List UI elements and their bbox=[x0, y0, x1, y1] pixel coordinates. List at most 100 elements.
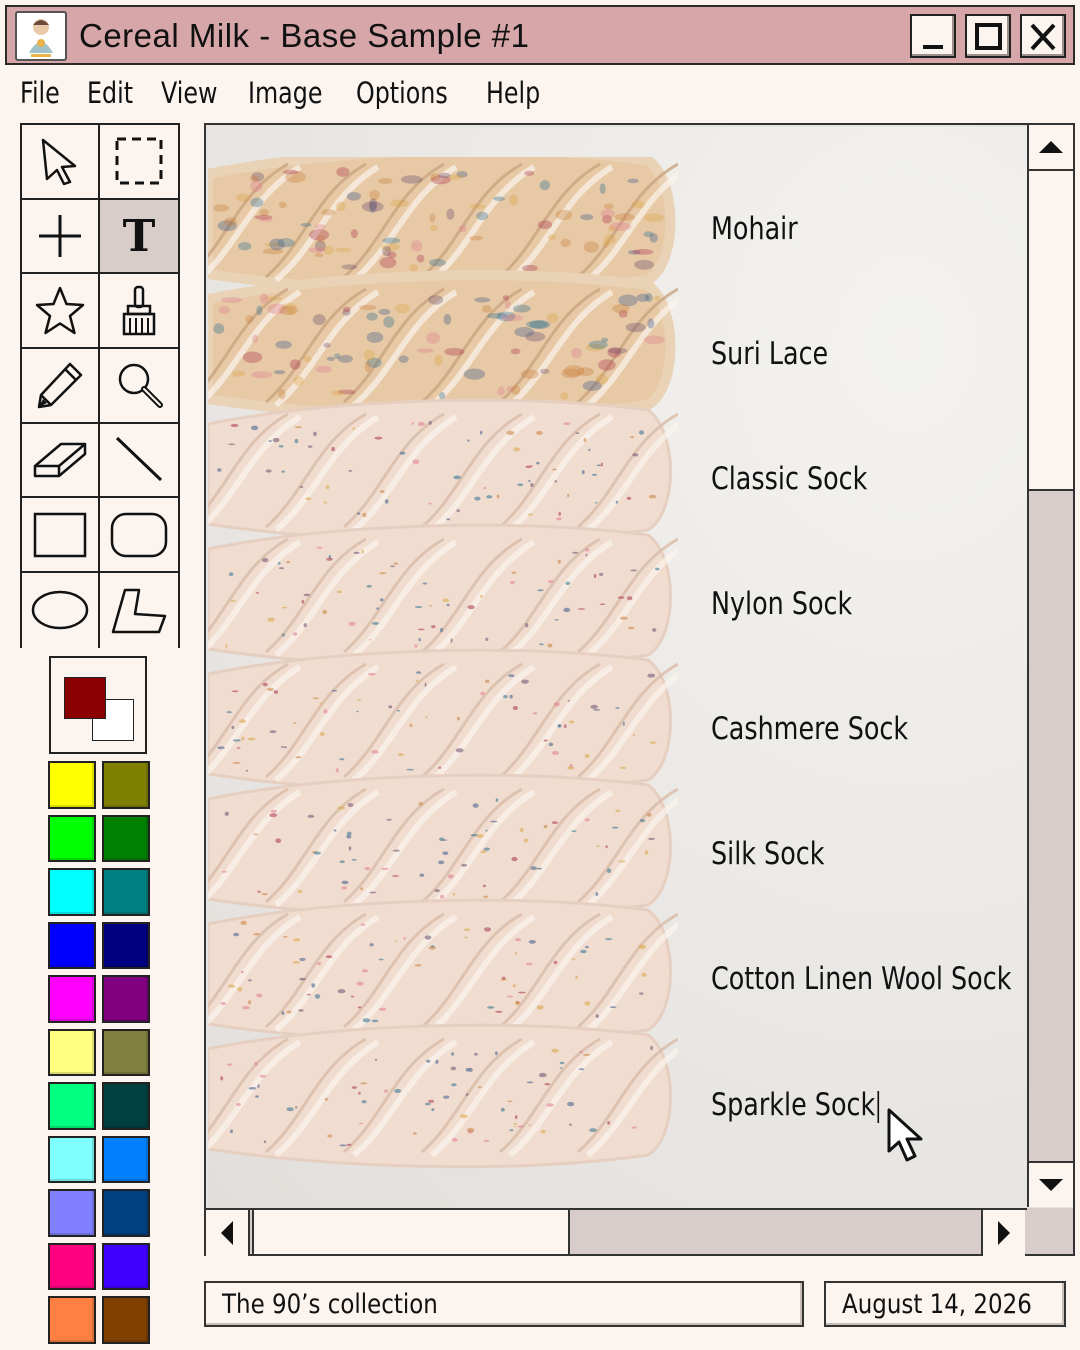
palette-swatch[interactable] bbox=[48, 921, 96, 969]
mouse-pointer-icon bbox=[887, 1108, 923, 1162]
palette-swatch[interactable] bbox=[48, 814, 96, 862]
status-collection-text: The 90’s collection bbox=[222, 1289, 438, 1320]
yarn-skein bbox=[208, 270, 678, 422]
paint-brush-icon bbox=[122, 285, 156, 335]
crosshair-icon bbox=[39, 215, 81, 258]
brush-tool-button[interactable] bbox=[100, 274, 178, 350]
eraser-tool-button[interactable] bbox=[22, 423, 100, 499]
minimize-icon bbox=[923, 45, 943, 49]
magnifier-icon bbox=[118, 364, 163, 409]
palette-swatch[interactable] bbox=[48, 1242, 96, 1290]
yarn-label-suri-lace: Suri Lace bbox=[711, 336, 829, 372]
palette-swatch[interactable] bbox=[102, 975, 150, 1023]
status-collection-field: The 90’s collection bbox=[204, 1281, 804, 1327]
rounded-rectangle-tool-button[interactable] bbox=[100, 498, 178, 574]
arrow-right-icon bbox=[998, 1221, 1010, 1245]
palette-swatch[interactable] bbox=[102, 868, 150, 916]
scrollbar-corner bbox=[1027, 1208, 1073, 1254]
window-title: Cereal Milk - Base Sample #1 bbox=[79, 17, 530, 54]
scroll-left-button[interactable] bbox=[206, 1210, 250, 1256]
palette-swatch[interactable] bbox=[102, 761, 150, 809]
marquee-select-icon bbox=[115, 137, 163, 185]
menu-image[interactable]: Image bbox=[248, 76, 322, 116]
arrow-up-icon bbox=[1039, 141, 1063, 153]
text-caret bbox=[877, 1090, 880, 1123]
scroll-down-button[interactable] bbox=[1029, 1161, 1073, 1207]
close-icon bbox=[1030, 23, 1056, 51]
title-bar: Cereal Milk - Base Sample #1 bbox=[5, 5, 1075, 65]
palette-swatch[interactable] bbox=[48, 761, 96, 809]
palette-swatch[interactable] bbox=[102, 1296, 150, 1344]
marquee-tool-button[interactable] bbox=[100, 125, 178, 200]
yarn-label-mohair: Mohair bbox=[711, 211, 798, 247]
color-palette bbox=[48, 761, 150, 1344]
yarn-skein bbox=[208, 523, 678, 669]
palette-swatch[interactable] bbox=[102, 814, 150, 862]
yarn-label-cashmere-sock: Cashmere Sock bbox=[711, 711, 909, 747]
yarn-skein bbox=[208, 898, 678, 1044]
polygon-tool-button[interactable] bbox=[100, 573, 178, 648]
yarn-skein bbox=[208, 1023, 678, 1169]
maximize-button[interactable] bbox=[965, 14, 1011, 58]
palette-swatch[interactable] bbox=[102, 1242, 150, 1290]
palette-swatch[interactable] bbox=[102, 921, 150, 969]
yarn-label-cotton-linen-wool-sock: Cotton Linen Wool Sock bbox=[711, 961, 1012, 997]
palette-swatch[interactable] bbox=[102, 1028, 150, 1076]
palette-swatch[interactable] bbox=[48, 868, 96, 916]
menu-view[interactable]: View bbox=[161, 76, 217, 116]
yarn-label-classic-sock: Classic Sock bbox=[711, 461, 868, 497]
polygon-tool-icon bbox=[111, 589, 167, 634]
palette-swatch[interactable] bbox=[102, 1135, 150, 1183]
star-tool-button[interactable] bbox=[22, 274, 100, 350]
select-arrow-icon bbox=[41, 139, 77, 186]
ellipse-tool-button[interactable] bbox=[22, 573, 100, 648]
yarn-skein bbox=[208, 398, 678, 544]
text-tool-button[interactable]: T bbox=[100, 199, 178, 275]
color-selector[interactable] bbox=[49, 656, 147, 754]
yarn-label-silk-sock: Silk Sock bbox=[711, 836, 825, 872]
palette-swatch[interactable] bbox=[102, 1082, 150, 1130]
horizontal-scrollbar[interactable] bbox=[206, 1208, 1029, 1256]
arrow-left-icon bbox=[221, 1221, 233, 1245]
app-logo-icon bbox=[15, 11, 67, 61]
scroll-right-button[interactable] bbox=[981, 1210, 1025, 1256]
status-date-field: August 14, 2026 bbox=[824, 1281, 1066, 1327]
scroll-up-button[interactable] bbox=[1029, 125, 1073, 171]
eraser-icon bbox=[33, 442, 87, 478]
minimize-button[interactable] bbox=[910, 14, 956, 58]
vertical-scroll-thumb[interactable] bbox=[1029, 171, 1073, 491]
zoom-tool-button[interactable] bbox=[100, 349, 178, 424]
rectangle-tool-button[interactable] bbox=[22, 498, 100, 574]
yarn-skein bbox=[208, 648, 678, 794]
canvas-window: Mohair Suri Lace Classic Sock Nylon Sock… bbox=[204, 123, 1075, 1256]
menu-help[interactable]: Help bbox=[486, 76, 540, 116]
yarn-label-nylon-sock: Nylon Sock bbox=[711, 586, 853, 622]
pencil-icon bbox=[37, 363, 83, 409]
horizontal-scroll-thumb[interactable] bbox=[252, 1210, 570, 1254]
arrow-down-icon bbox=[1039, 1179, 1063, 1191]
menu-options[interactable]: Options bbox=[356, 76, 448, 116]
maximize-icon bbox=[975, 23, 1002, 50]
ellipse-tool-icon bbox=[31, 591, 89, 630]
text-tool-icon: T bbox=[122, 210, 156, 262]
pencil-tool-button[interactable] bbox=[22, 349, 100, 424]
close-button[interactable] bbox=[1020, 14, 1066, 58]
palette-swatch[interactable] bbox=[48, 975, 96, 1023]
canvas[interactable]: Mohair Suri Lace Classic Sock Nylon Sock… bbox=[208, 127, 1029, 1209]
yarn-label-sparkle-sock-text: Sparkle Sock bbox=[711, 1087, 876, 1123]
palette-swatch[interactable] bbox=[48, 1135, 96, 1183]
menu-edit[interactable]: Edit bbox=[87, 76, 133, 116]
palette-swatch[interactable] bbox=[48, 1189, 96, 1237]
palette-swatch[interactable] bbox=[48, 1296, 96, 1344]
palette-swatch[interactable] bbox=[102, 1189, 150, 1237]
line-tool-button[interactable] bbox=[100, 423, 178, 499]
yarn-label-sparkle-sock: Sparkle Sock bbox=[711, 1087, 880, 1123]
foreground-color-swatch[interactable] bbox=[64, 677, 106, 719]
crosshair-tool-button[interactable] bbox=[22, 199, 100, 275]
vertical-scrollbar[interactable] bbox=[1027, 125, 1073, 1207]
rounded-rectangle-tool-icon bbox=[110, 512, 168, 558]
palette-swatch[interactable] bbox=[48, 1082, 96, 1130]
palette-swatch[interactable] bbox=[48, 1028, 96, 1076]
select-tool-button[interactable] bbox=[22, 125, 100, 200]
menu-file[interactable]: File bbox=[20, 76, 60, 116]
